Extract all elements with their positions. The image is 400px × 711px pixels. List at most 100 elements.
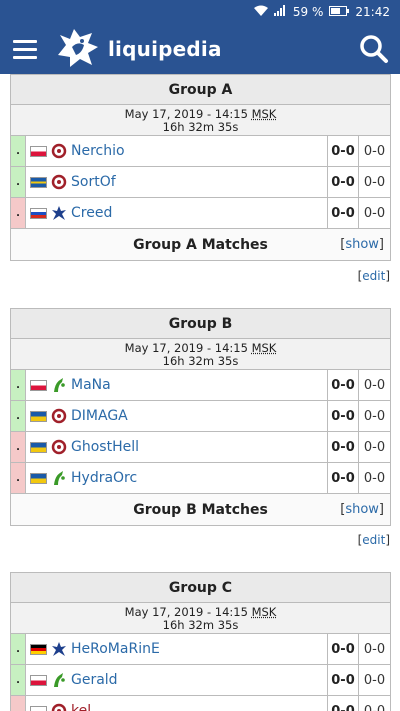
- ukraine-flag-icon: [30, 410, 47, 422]
- matches-label: Group B Matches: [133, 501, 268, 518]
- player-cell: kel: [26, 696, 328, 711]
- match-score: 0-0: [328, 370, 359, 400]
- player-link[interactable]: HeRoMaRinE: [71, 641, 160, 657]
- player-link[interactable]: Creed: [71, 205, 112, 221]
- player-link[interactable]: Gerald: [71, 672, 118, 688]
- wifi-icon: [253, 5, 268, 19]
- date-text: May 17, 2019 - 14:15: [124, 341, 248, 355]
- player-row: . HydraOrc 0-0 0-0: [11, 463, 390, 494]
- match-score: 0-0: [328, 634, 359, 664]
- player-row: . kel 0-0 0-0: [11, 696, 390, 711]
- player-cell: MaNa: [26, 370, 328, 400]
- logo-text: liquipedia: [108, 37, 222, 61]
- game-score: 0-0: [363, 470, 386, 486]
- player-row: . Nerchio 0-0 0-0: [11, 136, 390, 167]
- timezone: MSK: [251, 107, 277, 121]
- game-score: 0-0: [363, 408, 386, 424]
- search-button[interactable]: [358, 33, 390, 65]
- group-title: Group A: [11, 75, 390, 105]
- player-link[interactable]: HydraOrc: [71, 470, 137, 486]
- game-score: 0-0: [363, 672, 386, 688]
- logo[interactable]: liquipedia: [52, 25, 222, 73]
- status-cell: .: [11, 401, 26, 431]
- timezone: MSK: [251, 605, 277, 619]
- date-text: May 17, 2019 - 14:15: [124, 605, 248, 619]
- status-cell: .: [11, 634, 26, 664]
- group-b-table: Group B May 17, 2019 - 14:15 MSK 16h 32m…: [10, 308, 391, 526]
- group-title: Group B: [11, 309, 390, 339]
- player-cell: GhostHell: [26, 432, 328, 462]
- group-title: Group C: [11, 573, 390, 603]
- group-date: May 17, 2019 - 14:15 MSK 16h 32m 35s: [11, 105, 390, 136]
- show-link[interactable]: show: [345, 237, 379, 252]
- edit-link[interactable]: edit: [362, 533, 385, 547]
- game-score: 0-0: [363, 641, 386, 657]
- terran-icon: [51, 205, 67, 221]
- player-cell: Nerchio: [26, 136, 328, 166]
- player-row: . MaNa 0-0 0-0: [11, 370, 390, 401]
- status-cell: .: [11, 198, 26, 228]
- player-link[interactable]: MaNa: [71, 377, 111, 393]
- protoss-icon: [51, 377, 67, 393]
- player-cell: HeRoMaRinE: [26, 634, 328, 664]
- liquipedia-logo-icon: [52, 25, 104, 73]
- menu-button[interactable]: [0, 24, 50, 74]
- date-text: May 17, 2019 - 14:15: [124, 107, 248, 121]
- battery-icon: [329, 5, 350, 19]
- group-date: May 17, 2019 - 14:15 MSK 16h 32m 35s: [11, 603, 390, 634]
- search-icon: [360, 35, 388, 63]
- player-row: . GhostHell 0-0 0-0: [11, 432, 390, 463]
- player-cell: HydraOrc: [26, 463, 328, 493]
- group-a-table: Group A May 17, 2019 - 14:15 MSK 16h 32m…: [10, 74, 391, 261]
- countdown: 16h 32m 35s: [162, 120, 239, 134]
- game-score: 0-0: [363, 439, 386, 455]
- clock: 21:42: [355, 5, 390, 19]
- status-cell: .: [11, 136, 26, 166]
- status-cell: .: [11, 432, 26, 462]
- edit-link[interactable]: edit: [362, 269, 385, 283]
- russia-flag-icon: [30, 207, 47, 219]
- game-score: 0-0: [363, 205, 386, 221]
- matches-label: Group A Matches: [133, 236, 268, 253]
- status-bar: 59 % 21:42: [0, 0, 400, 24]
- poland-flag-icon: [30, 145, 47, 157]
- countdown: 16h 32m 35s: [162, 354, 239, 368]
- player-link[interactable]: DIMAGA: [71, 408, 128, 424]
- player-cell: SortOf: [26, 167, 328, 197]
- player-cell: Gerald: [26, 665, 328, 695]
- player-link[interactable]: kel: [71, 703, 91, 711]
- player-link[interactable]: GhostHell: [71, 439, 139, 455]
- group-matches-header: Group A Matches [show]: [11, 229, 390, 260]
- player-row: . Creed 0-0 0-0: [11, 198, 390, 229]
- ukraine-flag-icon: [30, 441, 47, 453]
- game-score: 0-0: [363, 174, 386, 190]
- match-score: 0-0: [328, 401, 359, 431]
- poland-flag-icon: [30, 674, 47, 686]
- poland-flag-icon: [30, 379, 47, 391]
- countdown: 16h 32m 35s: [162, 618, 239, 632]
- germany-flag-icon: [30, 643, 47, 655]
- status-cell: .: [11, 696, 26, 711]
- protoss-icon: [51, 672, 67, 688]
- battery-percent: 59 %: [292, 5, 324, 19]
- show-link[interactable]: show: [345, 502, 379, 517]
- zerg-icon: [51, 408, 67, 424]
- match-score: 0-0: [328, 696, 359, 711]
- zerg-icon: [51, 174, 67, 190]
- zerg-icon: [51, 703, 67, 711]
- match-score: 0-0: [328, 463, 359, 493]
- player-cell: Creed: [26, 198, 328, 228]
- player-link[interactable]: SortOf: [71, 174, 116, 190]
- player-row: . HeRoMaRinE 0-0 0-0: [11, 634, 390, 665]
- game-score: 0-0: [363, 377, 386, 393]
- group-c-table: Group C May 17, 2019 - 14:15 MSK 16h 32m…: [10, 572, 391, 711]
- match-score: 0-0: [328, 432, 359, 462]
- status-cell: .: [11, 665, 26, 695]
- player-link[interactable]: Nerchio: [71, 143, 125, 159]
- sweden-flag-icon: [30, 176, 47, 188]
- status-cell: .: [11, 167, 26, 197]
- ukraine-flag-icon: [30, 472, 47, 484]
- status-cell: .: [11, 463, 26, 493]
- group-matches-header: Group B Matches [show]: [11, 494, 390, 525]
- show-toggle: [show]: [340, 502, 384, 517]
